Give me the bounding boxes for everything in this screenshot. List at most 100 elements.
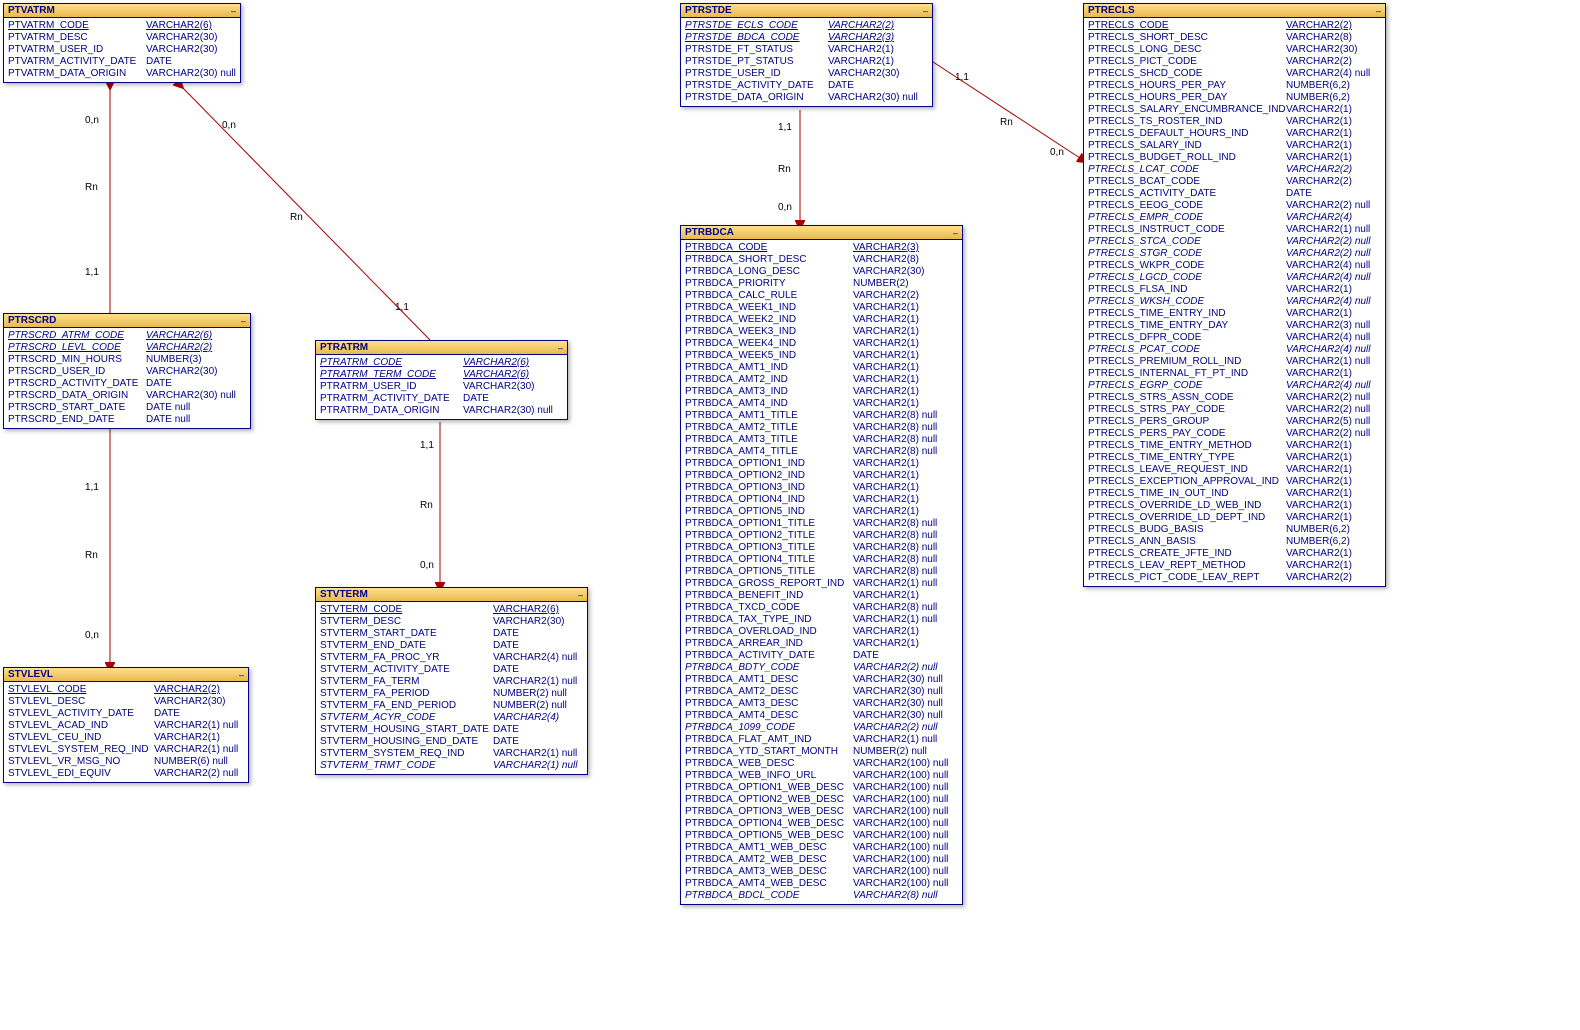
column-name: STVLEVL_VR_MSG_NO bbox=[8, 756, 154, 768]
entity-stvlevl[interactable]: STVLEVL–STVLEVL_CODEVARCHAR2(2)STVLEVL_D… bbox=[3, 667, 249, 783]
column-row: PTRECLS_TIME_ENTRY_INDVARCHAR2(1) bbox=[1088, 308, 1381, 320]
entity-ptratrm[interactable]: PTRATRM–PTRATRM_CODEVARCHAR2(6)PTRATRM_T… bbox=[315, 340, 568, 420]
column-type: VARCHAR2(4) null bbox=[493, 652, 583, 664]
column-row: PTRBDCA_OPTION4_TITLEVARCHAR2(8) null bbox=[685, 554, 958, 566]
minimize-icon[interactable]: – bbox=[1376, 6, 1381, 16]
entity-ptvatrm[interactable]: PTVATRM–PTVATRM_CODEVARCHAR2(6)PTVATRM_D… bbox=[3, 3, 241, 83]
column-type: VARCHAR2(1) bbox=[1286, 308, 1381, 320]
column-row: PTRATRM_DATA_ORIGINVARCHAR2(30) null bbox=[320, 405, 563, 417]
column-row: PTRECLS_PCAT_CODEVARCHAR2(4) null bbox=[1088, 344, 1381, 356]
column-row: PTRSCRD_ACTIVITY_DATEDATE bbox=[8, 378, 246, 390]
column-row: PTRECLS_LEAV_REPT_METHODVARCHAR2(1) bbox=[1088, 560, 1381, 572]
column-type: VARCHAR2(30) null bbox=[463, 405, 563, 417]
column-row: STVLEVL_DESCVARCHAR2(30) bbox=[8, 696, 244, 708]
column-name: PTRSCRD_LEVL_CODE bbox=[8, 342, 146, 354]
entity-header[interactable]: PTVATRM – bbox=[4, 4, 240, 18]
column-row: PTRECLS_PERS_PAY_CODEVARCHAR2(2) null bbox=[1088, 428, 1381, 440]
column-type: VARCHAR2(2) null bbox=[1286, 248, 1381, 260]
column-row: PTRECLS_EGRP_CODEVARCHAR2(4) null bbox=[1088, 380, 1381, 392]
column-type: VARCHAR2(2) bbox=[154, 684, 244, 696]
entity-header[interactable]: PTRATRM– bbox=[316, 341, 567, 355]
column-row: PTRBDCA_OPTION3_WEB_DESCVARCHAR2(100) nu… bbox=[685, 806, 958, 818]
column-name: PTRBDCA_OPTION4_WEB_DESC bbox=[685, 818, 853, 830]
column-row: PTRBDCA_OPTION2_INDVARCHAR2(1) bbox=[685, 470, 958, 482]
column-name: STVTERM_HOUSING_END_DATE bbox=[320, 736, 493, 748]
column-type: VARCHAR2(1) bbox=[1286, 128, 1381, 140]
entity-header[interactable]: PTRBDCA – bbox=[681, 226, 962, 240]
column-row: PTRBDCA_AMT4_DESCVARCHAR2(30) null bbox=[685, 710, 958, 722]
column-row: STVLEVL_EDI_EQUIVVARCHAR2(2) null bbox=[8, 768, 244, 780]
entity-header[interactable]: PTRSTDE – bbox=[681, 4, 932, 18]
column-name: PTRECLS_STRS_ASSN_CODE bbox=[1088, 392, 1286, 404]
column-name: PTRSTDE_ECLS_CODE bbox=[685, 20, 828, 32]
column-type: NUMBER(6) null bbox=[154, 756, 244, 768]
minimize-icon[interactable]: – bbox=[231, 6, 236, 16]
column-name: PTRECLS_CREATE_JFTE_IND bbox=[1088, 548, 1286, 560]
column-type: VARCHAR2(100) null bbox=[853, 794, 958, 806]
column-type: VARCHAR2(1) null bbox=[493, 760, 583, 772]
column-name: PTRBDCA_AMT2_DESC bbox=[685, 686, 853, 698]
entity-header[interactable]: PTRECLS– bbox=[1084, 4, 1385, 18]
column-row: PTRBDCA_ARREAR_INDVARCHAR2(1) bbox=[685, 638, 958, 650]
column-row: PTRECLS_SALARY_ENCUMBRANCE_INDVARCHAR2(1… bbox=[1088, 104, 1381, 116]
entity-header[interactable]: STVTERM– bbox=[316, 588, 587, 602]
column-name: PTRBDCA_WEEK5_IND bbox=[685, 350, 853, 362]
minimize-icon[interactable]: – bbox=[923, 6, 928, 16]
minimize-icon[interactable]: – bbox=[558, 343, 563, 353]
column-row: PTRECLS_TIME_ENTRY_TYPEVARCHAR2(1) bbox=[1088, 452, 1381, 464]
column-row: PTRATRM_TERM_CODEVARCHAR2(6) bbox=[320, 369, 563, 381]
column-name: PTRECLS_CODE bbox=[1088, 20, 1286, 32]
column-name: PTRECLS_BCAT_CODE bbox=[1088, 176, 1286, 188]
entity-ptrecls[interactable]: PTRECLS–PTRECLS_CODEVARCHAR2(2)PTRECLS_S… bbox=[1083, 3, 1386, 587]
column-type: VARCHAR2(1) bbox=[1286, 140, 1381, 152]
column-row: PTRBDCA_AMT2_INDVARCHAR2(1) bbox=[685, 374, 958, 386]
column-type: VARCHAR2(1) bbox=[1286, 560, 1381, 572]
column-row: PTRBDCA_BENEFIT_INDVARCHAR2(1) bbox=[685, 590, 958, 602]
column-name: PTRBDCA_OPTION3_TITLE bbox=[685, 542, 853, 554]
minimize-icon[interactable]: – bbox=[953, 228, 958, 238]
minimize-icon[interactable]: – bbox=[578, 590, 583, 600]
column-row: PTRBDCA_AMT1_INDVARCHAR2(1) bbox=[685, 362, 958, 374]
column-name: PTRBDCA_OPTION5_IND bbox=[685, 506, 853, 518]
minimize-icon[interactable]: – bbox=[239, 670, 244, 680]
column-row: PTRSTDE_PT_STATUSVARCHAR2(1) bbox=[685, 56, 928, 68]
entity-ptrstde[interactable]: PTRSTDE–PTRSTDE_ECLS_CODEVARCHAR2(2)PTRS… bbox=[680, 3, 933, 107]
entity-ptrscrd[interactable]: PTRSCRD–PTRSCRD_ATRM_CODEVARCHAR2(6)PTRS… bbox=[3, 313, 251, 429]
column-name: PTRATRM_DATA_ORIGIN bbox=[320, 405, 463, 417]
cardinality-label: 1,1 bbox=[85, 482, 99, 493]
entity-title: PTVATRM bbox=[8, 5, 55, 16]
column-type: VARCHAR2(8) null bbox=[853, 434, 958, 446]
column-name: PTRECLS_BUDG_BASIS bbox=[1088, 524, 1286, 536]
column-type: VARCHAR2(1) bbox=[853, 626, 958, 638]
column-row: PTRBDCA_YTD_START_MONTHNUMBER(2) null bbox=[685, 746, 958, 758]
entity-header[interactable]: STVLEVL– bbox=[4, 668, 248, 682]
column-name: PTRBDCA_OPTION1_IND bbox=[685, 458, 853, 470]
column-name: PTRBDCA_OPTION3_WEB_DESC bbox=[685, 806, 853, 818]
column-row: PTRBDCA_1099_CODEVARCHAR2(2) null bbox=[685, 722, 958, 734]
column-type: VARCHAR2(1) bbox=[853, 302, 958, 314]
column-name: PTRATRM_CODE bbox=[320, 357, 463, 369]
column-type: DATE null bbox=[146, 414, 246, 426]
entity-ptrbdca[interactable]: PTRBDCA–PTRBDCA_CODEVARCHAR2(3)PTRBDCA_S… bbox=[680, 225, 963, 905]
column-type: NUMBER(3) bbox=[146, 354, 246, 366]
column-type: VARCHAR2(1) null bbox=[493, 748, 583, 760]
column-name: PTVATRM_ACTIVITY_DATE bbox=[8, 56, 146, 68]
column-name: PTRECLS_TS_ROSTER_IND bbox=[1088, 116, 1286, 128]
column-row: STVTERM_START_DATEDATE bbox=[320, 628, 583, 640]
column-name: PTRBDCA_AMT2_WEB_DESC bbox=[685, 854, 853, 866]
entity-title: PTRSTDE bbox=[685, 5, 732, 16]
cardinality-label: Rn bbox=[85, 182, 98, 193]
column-name: PTRECLS_TIME_ENTRY_IND bbox=[1088, 308, 1286, 320]
column-name: PTRBDCA_WEEK4_IND bbox=[685, 338, 853, 350]
entity-title: PTRBDCA bbox=[685, 227, 734, 238]
column-type: VARCHAR2(1) bbox=[1286, 500, 1381, 512]
minimize-icon[interactable]: – bbox=[241, 316, 246, 326]
column-name: PTRBDCA_SHORT_DESC bbox=[685, 254, 853, 266]
entity-header[interactable]: PTRSCRD– bbox=[4, 314, 250, 328]
column-name: STVLEVL_EDI_EQUIV bbox=[8, 768, 154, 780]
column-type: VARCHAR2(4) null bbox=[1286, 332, 1381, 344]
entity-stvterm[interactable]: STVTERM–STVTERM_CODEVARCHAR2(6)STVTERM_D… bbox=[315, 587, 588, 775]
column-name: PTRECLS_PICT_CODE_LEAV_REPT bbox=[1088, 572, 1286, 584]
column-name: PTRECLS_SHCD_CODE bbox=[1088, 68, 1286, 80]
column-type: VARCHAR2(1) bbox=[853, 386, 958, 398]
